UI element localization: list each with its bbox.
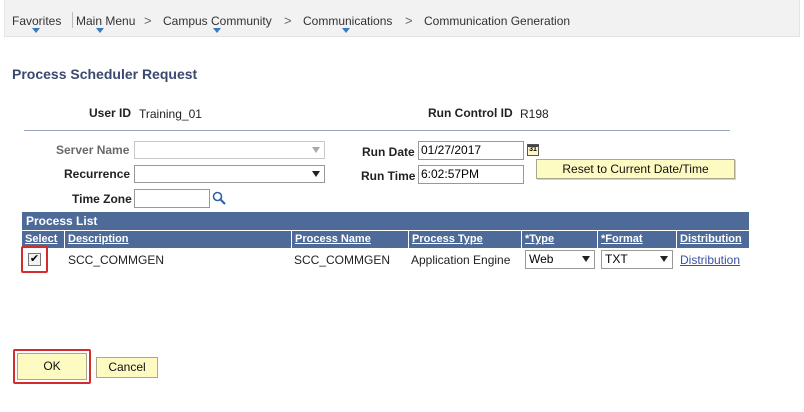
user-id-label: User ID — [89, 106, 132, 120]
process-list-header: Process List — [22, 212, 749, 230]
process-type-cell: Application Engine — [411, 253, 511, 267]
format-value: TXT — [605, 252, 628, 266]
server-name-label: Server Name — [56, 143, 130, 157]
run-date-label: Run Date — [362, 145, 415, 159]
reset-to-current-datetime-button[interactable]: Reset to Current Date/Time — [536, 159, 735, 179]
nav-main-menu[interactable]: Main Menu — [76, 14, 135, 28]
ok-button[interactable]: OK — [17, 353, 87, 380]
nav-divider — [72, 12, 73, 28]
type-select[interactable]: Web — [525, 250, 595, 269]
chevron-down-icon — [312, 171, 320, 177]
main-menu-dropdown-icon[interactable] — [96, 28, 104, 33]
run-control-id-label: Run Control ID — [428, 106, 513, 120]
chevron-down-icon — [582, 256, 590, 262]
campus-community-dropdown-icon[interactable] — [213, 28, 221, 33]
column-header-process-type[interactable]: Process Type — [409, 231, 521, 248]
chevron-down-icon — [312, 147, 320, 153]
nav-favorites[interactable]: Favorites — [12, 14, 61, 28]
nav-communication-generation[interactable]: Communication Generation — [424, 14, 570, 28]
page-title: Process Scheduler Request — [12, 66, 198, 82]
server-name-select[interactable] — [134, 141, 325, 159]
nav-campus-community[interactable]: Campus Community — [163, 14, 272, 28]
breadcrumb-separator: > — [405, 13, 413, 28]
format-select[interactable]: TXT — [601, 250, 673, 269]
run-time-input[interactable]: 6:02:57PM — [418, 165, 524, 184]
type-value: Web — [529, 252, 554, 266]
section-divider — [24, 130, 730, 131]
column-header-type[interactable]: *Type — [522, 231, 597, 248]
time-zone-input[interactable] — [134, 189, 210, 208]
checkmark-icon: ✔ — [29, 253, 40, 265]
run-control-id-value: R198 — [520, 107, 549, 121]
breadcrumb-separator: > — [284, 13, 292, 28]
communications-dropdown-icon[interactable] — [342, 28, 350, 33]
distribution-link[interactable]: Distribution — [680, 253, 740, 267]
time-zone-label: Time Zone — [72, 192, 132, 206]
run-date-input[interactable]: 01/27/2017 — [418, 141, 524, 160]
process-name-cell: SCC_COMMGEN — [294, 253, 391, 267]
run-time-label: Run Time — [361, 169, 416, 183]
description-cell: SCC_COMMGEN — [68, 253, 165, 267]
recurrence-label: Recurrence — [64, 167, 131, 181]
column-header-description[interactable]: Description — [65, 231, 291, 248]
favorites-dropdown-icon[interactable] — [32, 28, 40, 33]
nav-communications[interactable]: Communications — [303, 14, 392, 28]
user-id-value: Training_01 — [139, 107, 202, 121]
breadcrumb-separator: > — [144, 13, 152, 28]
chevron-down-icon — [660, 256, 668, 262]
column-header-process-name[interactable]: Process Name — [292, 231, 408, 248]
breadcrumb: Favorites Main Menu > Campus Community >… — [4, 0, 800, 37]
calendar-icon[interactable]: 31 — [527, 144, 539, 156]
magnifier-icon[interactable] — [212, 191, 226, 205]
column-header-distribution[interactable]: Distribution — [677, 231, 749, 248]
select-checkbox[interactable]: ✔ — [28, 253, 41, 266]
column-header-format[interactable]: *Format — [598, 231, 676, 248]
recurrence-select[interactable] — [134, 165, 325, 183]
cancel-button[interactable]: Cancel — [96, 357, 158, 378]
